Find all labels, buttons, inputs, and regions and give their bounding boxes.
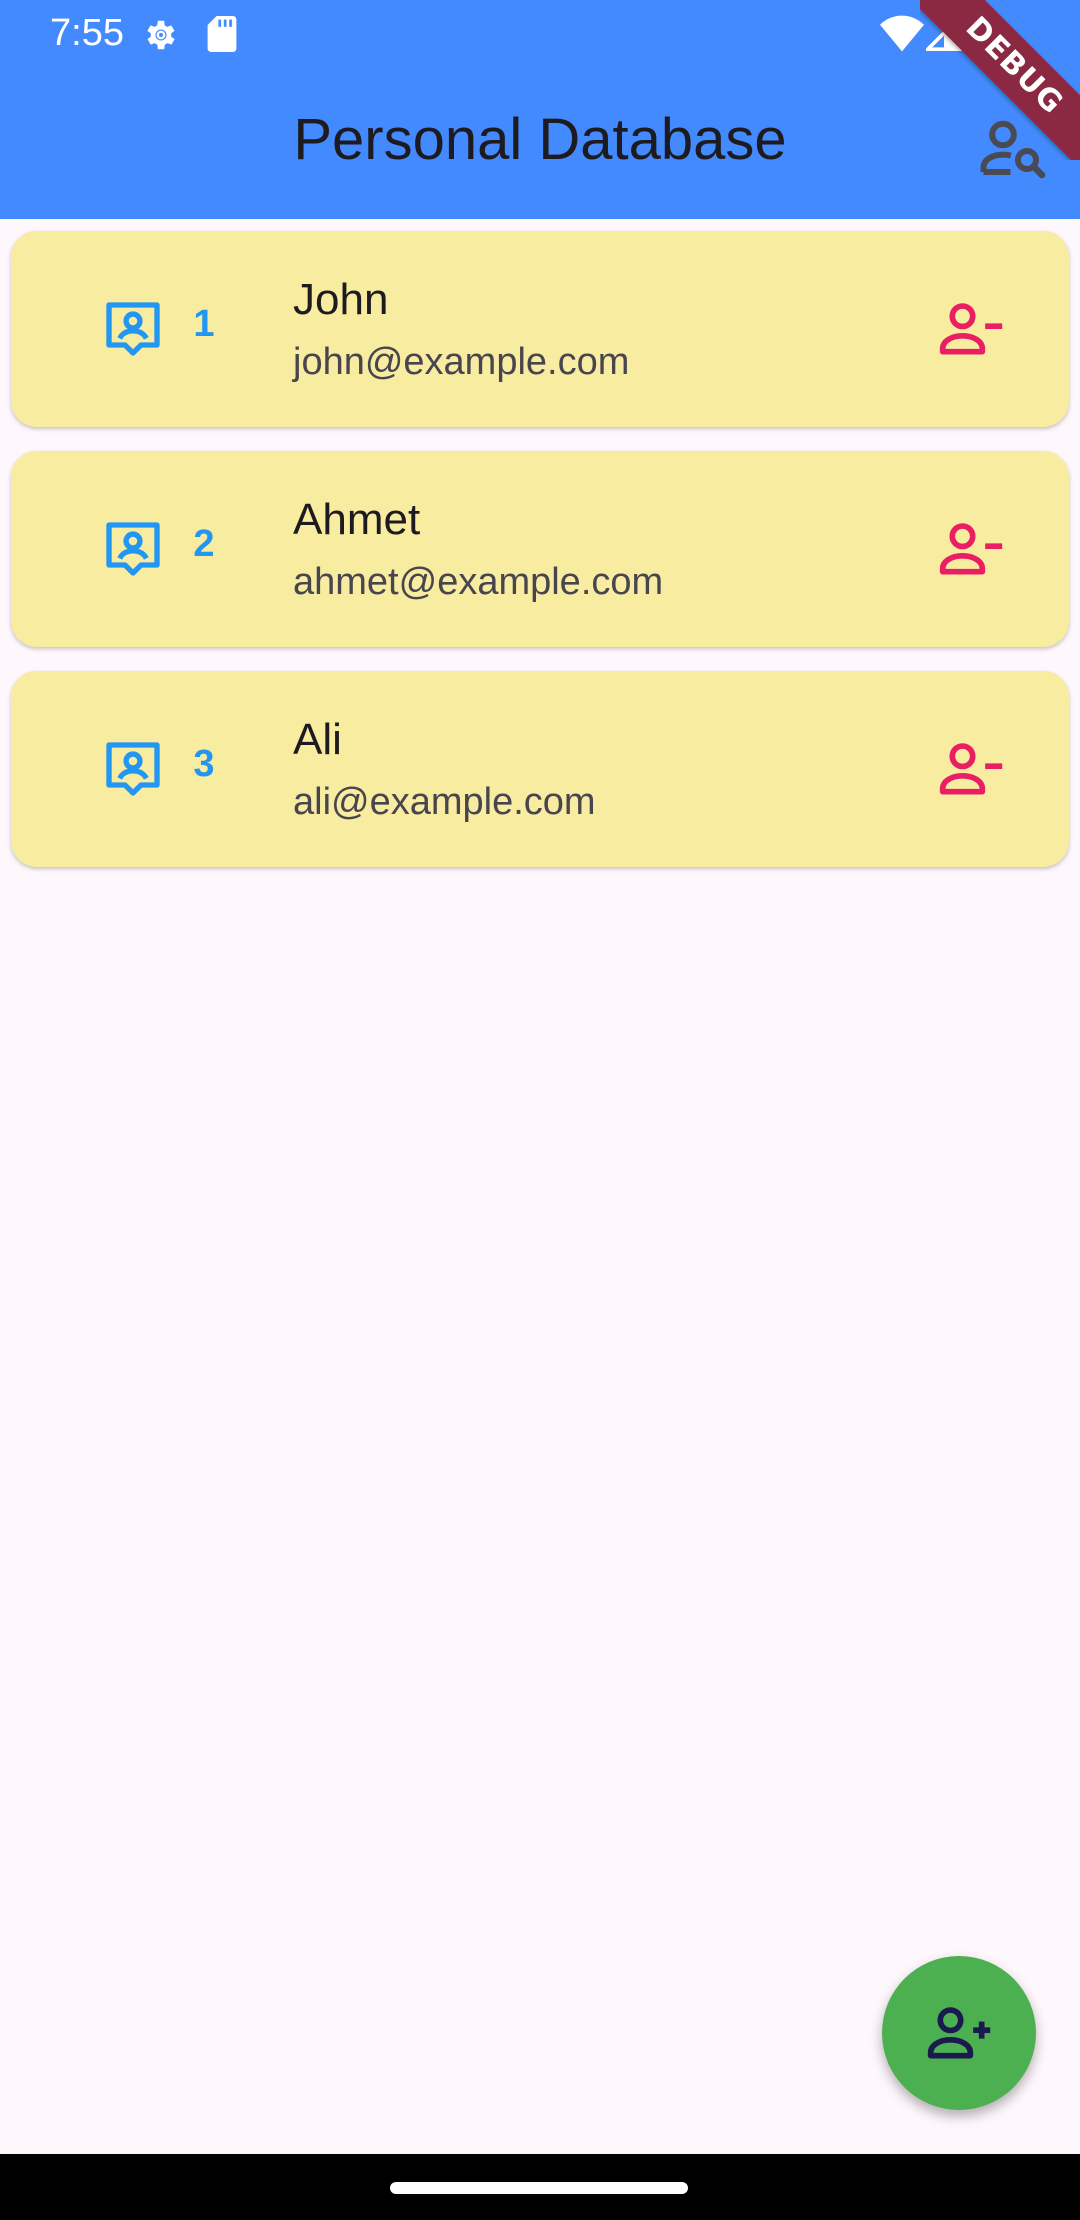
person-remove-icon[interactable] bbox=[937, 515, 1005, 583]
person-card[interactable]: 2 Ahmet ahmet@example.com bbox=[11, 451, 1069, 647]
person-remove-icon[interactable] bbox=[937, 735, 1005, 803]
person-card[interactable]: 3 Ali ali@example.com bbox=[11, 671, 1069, 867]
debug-banner-wrapper: DEBUG bbox=[920, 0, 1080, 160]
person-id: 3 bbox=[193, 743, 215, 785]
person-id: 1 bbox=[193, 303, 215, 345]
status-time: 7:55 bbox=[50, 12, 124, 54]
system-nav-bar bbox=[0, 2154, 1080, 2220]
app-bar: 7:55 Personal Database bbox=[0, 0, 1080, 219]
status-bar: 7:55 bbox=[0, 0, 1080, 66]
person-email: ali@example.com bbox=[293, 781, 596, 823]
contact-badge-icon bbox=[106, 522, 160, 576]
add-person-button[interactable] bbox=[882, 1956, 1036, 2110]
debug-banner: DEBUG bbox=[920, 0, 1080, 160]
person-name: Ali bbox=[293, 715, 342, 764]
page-title: Personal Database bbox=[293, 107, 787, 172]
person-email: ahmet@example.com bbox=[293, 561, 664, 603]
person-email: john@example.com bbox=[293, 341, 630, 383]
person-name: John bbox=[293, 275, 389, 324]
wifi-icon bbox=[880, 15, 924, 52]
contact-badge-icon bbox=[106, 742, 160, 796]
person-id: 2 bbox=[193, 523, 215, 565]
sd-card-icon bbox=[207, 16, 237, 52]
person-add-icon bbox=[927, 2007, 991, 2059]
home-gesture-handle[interactable] bbox=[390, 2182, 688, 2194]
person-card[interactable]: 1 John john@example.com bbox=[11, 231, 1069, 427]
settings-gear-icon bbox=[147, 20, 175, 50]
person-remove-icon[interactable] bbox=[937, 295, 1005, 363]
person-name: Ahmet bbox=[293, 495, 421, 544]
contact-badge-icon bbox=[106, 302, 160, 356]
